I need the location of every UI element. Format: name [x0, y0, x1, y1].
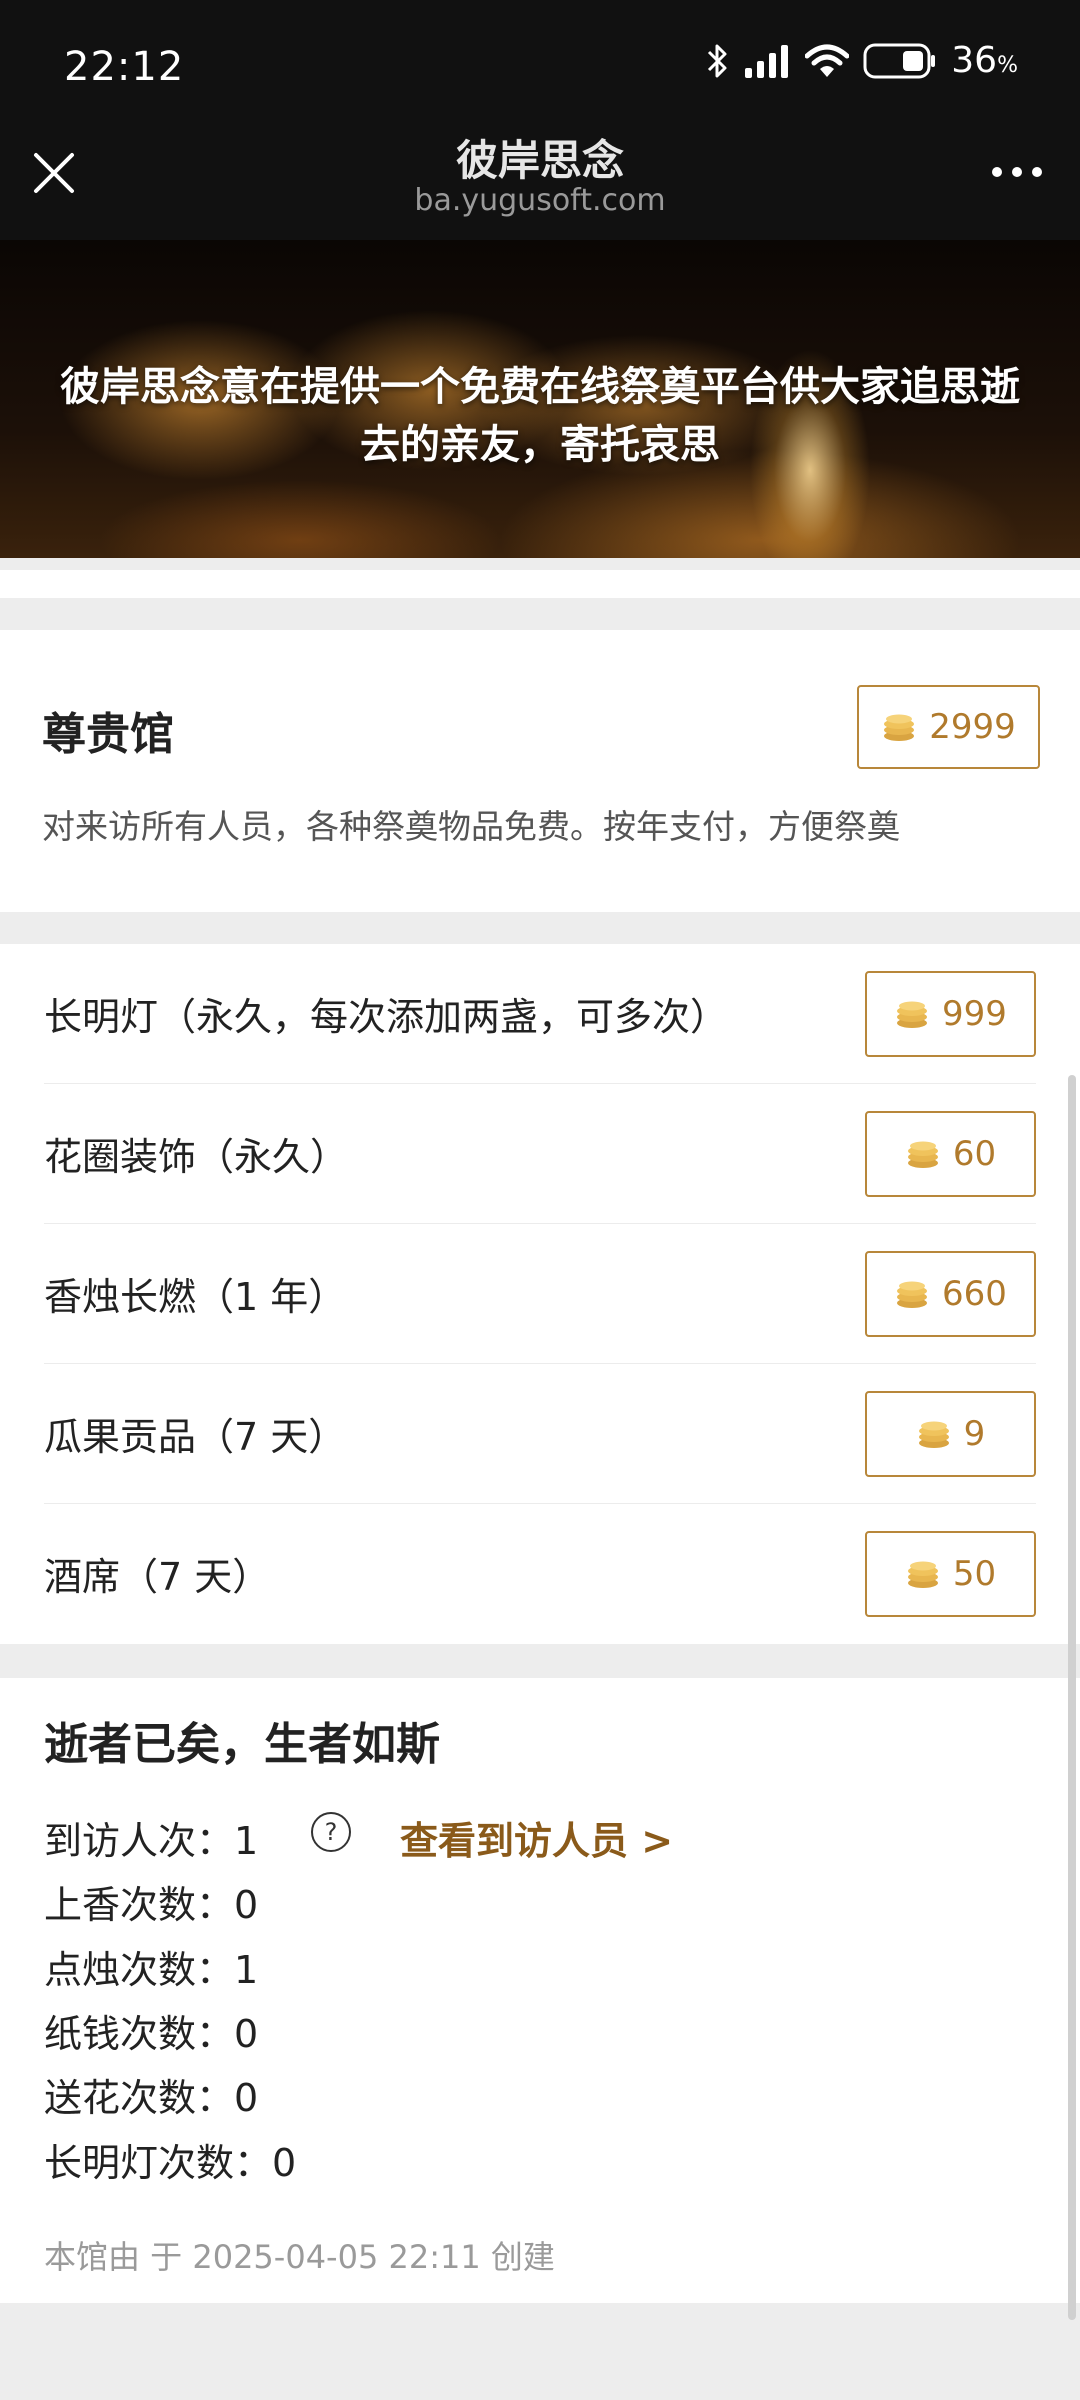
- item-price-button[interactable]: 9: [865, 1391, 1036, 1477]
- candle-count: 点烛次数：1: [44, 1948, 259, 1992]
- page-title: 彼岸思念: [455, 136, 624, 185]
- item-price-button[interactable]: 60: [865, 1111, 1036, 1197]
- vip-price-button[interactable]: 2999: [857, 685, 1040, 769]
- list-item: 花圈装饰（永久） 60: [44, 1084, 1036, 1224]
- item-label: 瓜果贡品（7 天）: [44, 1415, 347, 1459]
- list-item: 香烛长燃（1 年） 660: [44, 1224, 1036, 1364]
- coin-icon: [884, 714, 915, 741]
- item-price-button[interactable]: 660: [865, 1251, 1036, 1337]
- item-label: 长明灯（永久，每次添加两盏，可多次）: [44, 995, 729, 1039]
- vip-description: 对来访所有人员，各种祭奠物品免费。按年支付，方便祭奠: [42, 807, 900, 846]
- item-price-button[interactable]: 50: [865, 1531, 1036, 1617]
- bluetooth-icon: [708, 44, 727, 77]
- item-price: 50: [952, 1554, 997, 1594]
- coin-icon: [907, 1141, 938, 1168]
- vip-card: 尊贵馆 2999 对来访所有人员，各种祭奠物品免费。按年支付，方便祭奠: [0, 630, 1080, 912]
- item-price: 660: [942, 1274, 1007, 1314]
- incense-count: 上香次数：0: [44, 1883, 259, 1927]
- coin-icon: [907, 1561, 938, 1588]
- item-price-button[interactable]: 999: [865, 971, 1036, 1057]
- status-bar: 22:12 36%: [0, 0, 1080, 135]
- item-price: 9: [963, 1414, 986, 1454]
- coin-icon: [918, 1421, 949, 1448]
- item-label: 酒席（7 天）: [44, 1555, 271, 1599]
- stats-card: 逝者已矣，生者如斯 到访人次：1 ? 查看到访人员 > 上香次数：0 点烛次数：…: [0, 1678, 1080, 2303]
- offerings-card: 长明灯（永久，每次添加两盏，可多次） 999 花圈装饰（永久） 60 香烛长燃（…: [0, 944, 1080, 1644]
- battery-icon: [863, 43, 936, 78]
- vip-price: 2999: [929, 707, 1016, 747]
- list-item: 酒席（7 天） 50: [44, 1504, 1036, 1644]
- more-icon[interactable]: [992, 167, 1042, 177]
- wifi-icon: [805, 44, 850, 77]
- item-price: 999: [942, 994, 1007, 1034]
- status-icons: 36%: [705, 40, 1018, 81]
- vip-title: 尊贵馆: [42, 709, 174, 760]
- status-time: 22:12: [64, 44, 185, 90]
- svg-text:?: ?: [325, 1818, 338, 1846]
- created-info: 本馆由 于 2025-04-05 22:11 创建: [44, 2238, 555, 2276]
- item-label: 香烛长燃（1 年）: [44, 1275, 347, 1319]
- flower-count: 送花次数：0: [44, 2076, 259, 2120]
- list-item: 长明灯（永久，每次添加两盏，可多次） 999: [44, 944, 1036, 1084]
- title-bar: 彼岸思念 ba.yugusoft.com: [0, 135, 1080, 240]
- banner-image: 彼岸思念意在提供一个免费在线祭奠平台供大家追思逝去的亲友，寄托哀思: [0, 240, 1080, 558]
- coin-icon: [897, 1281, 928, 1308]
- item-price: 60: [952, 1134, 997, 1174]
- visits-count: 到访人次：1: [44, 1819, 259, 1863]
- battery-percentage: 36%: [951, 40, 1018, 81]
- item-label: 花圈装饰（永久）: [44, 1135, 349, 1179]
- list-item: 瓜果贡品（7 天） 9: [44, 1364, 1036, 1504]
- scrollbar[interactable]: [1068, 1075, 1076, 2320]
- page-url: ba.yugusoft.com: [414, 183, 666, 218]
- divider-strip: [0, 570, 1080, 598]
- lamp-count: 长明灯次数：0: [44, 2141, 297, 2185]
- coin-icon: [897, 1001, 928, 1028]
- paper-money-count: 纸钱次数：0: [44, 2012, 259, 2056]
- stats-title: 逝者已矣，生者如斯: [44, 1719, 440, 1770]
- help-icon[interactable]: ?: [310, 1811, 352, 1853]
- banner-text: 彼岸思念意在提供一个免费在线祭奠平台供大家追思逝去的亲友，寄托哀思: [60, 364, 1020, 468]
- signal-icon: [745, 44, 789, 78]
- view-visitors-link[interactable]: 查看到访人员 >: [400, 1810, 673, 1865]
